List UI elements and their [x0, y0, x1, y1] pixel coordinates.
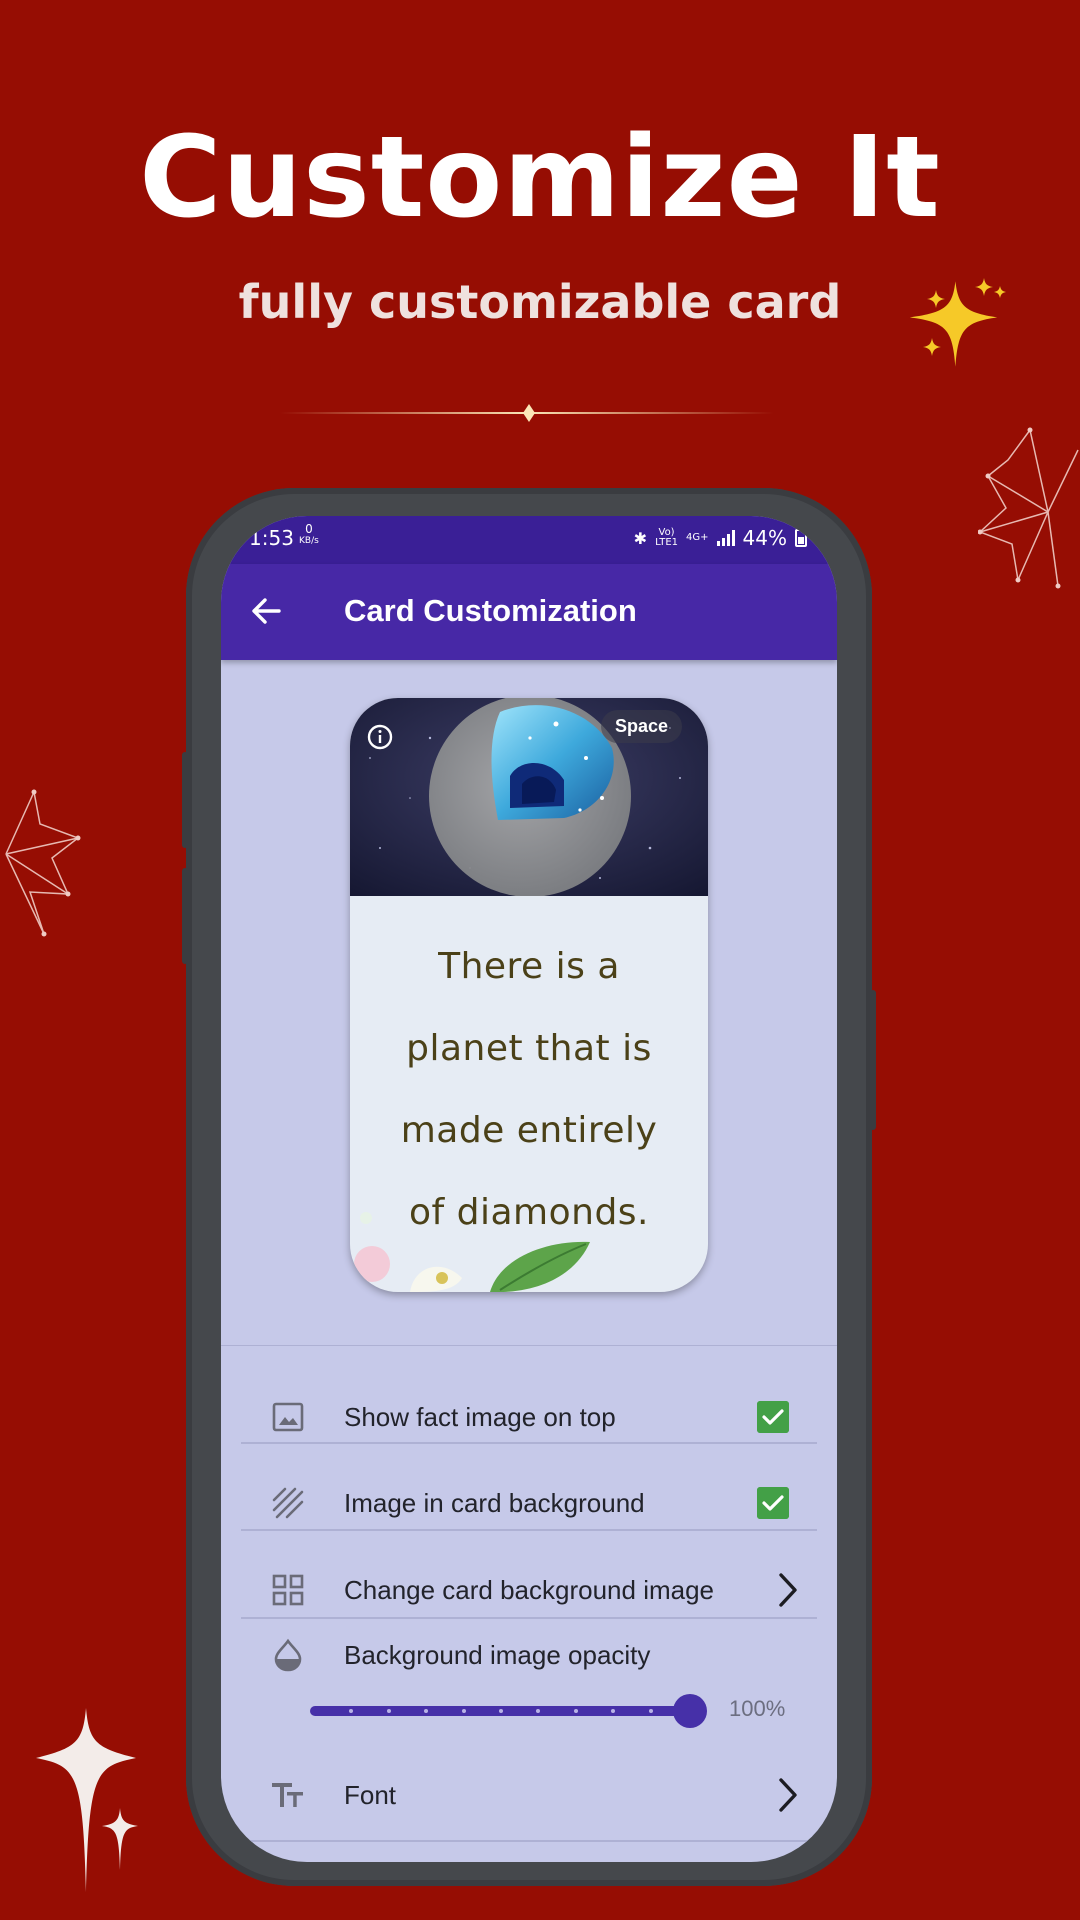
section-divider: [221, 1345, 837, 1346]
arrow-left-icon[interactable]: [249, 594, 283, 628]
bluetooth-icon: ✱: [633, 528, 648, 548]
font-setting[interactable]: Font: [241, 1754, 817, 1840]
image-in-background-label: Image in card background: [344, 1488, 645, 1518]
phone-side-button: [182, 752, 188, 848]
image-in-background-checkbox[interactable]: [757, 1487, 789, 1519]
phone-side-button: [182, 868, 188, 964]
battery-icon: [795, 529, 807, 547]
opacity-value: 100%: [729, 1696, 786, 1721]
network-4g-indicator: 4G+: [686, 532, 709, 543]
ornament-divider: [280, 404, 774, 422]
network-speed-unit: KB/s: [299, 536, 319, 546]
slider-tick: [611, 1709, 616, 1713]
category-badge: Space: [600, 710, 682, 743]
fact-line: There is a: [438, 946, 620, 987]
floral-decoration-icon: [354, 1212, 590, 1292]
slider-tick: [499, 1709, 503, 1713]
row-divider: [241, 1529, 817, 1531]
slider-tick: [573, 1709, 578, 1713]
show-fact-image-setting[interactable]: Show fact image on top: [241, 1374, 817, 1460]
network-speed-value: 0: [305, 522, 313, 536]
chevron-right-icon: [779, 1778, 797, 1812]
drop-icon: [274, 1638, 302, 1672]
show-fact-image-label: Show fact image on top: [344, 1402, 616, 1432]
change-background-setting[interactable]: Change card background image: [241, 1549, 817, 1635]
lte-label: LTE1: [655, 537, 679, 548]
app-bar: Card Customization: [221, 564, 837, 660]
image-icon: [272, 1402, 304, 1432]
text-size-icon: [272, 1783, 303, 1807]
status-bar: 1:53 0 KB/s ✱ Vo) LTE1 4G+ 44%: [221, 516, 837, 564]
info-circle-icon[interactable]: [365, 722, 395, 752]
change-background-label: Change card background image: [344, 1575, 715, 1605]
phone-power-button: [870, 990, 876, 1130]
status-time: 1:53: [249, 526, 294, 550]
gold-sparkle-icon: [909, 278, 1006, 367]
fact-card-preview[interactable]: Space There is a planet that is made ent…: [350, 698, 708, 1292]
row-divider: [241, 1442, 817, 1444]
opacity-slider-thumb[interactable]: [673, 1694, 707, 1728]
opacity-slider[interactable]: [310, 1706, 688, 1716]
show-fact-image-checkbox[interactable]: [757, 1401, 789, 1433]
slider-tick: [386, 1709, 391, 1713]
opacity-setting: Background image opacity: [241, 1626, 817, 1686]
promo-headline: Customize It: [139, 113, 941, 243]
opacity-label: Background image opacity: [344, 1640, 651, 1670]
white-sparkle-icon: [36, 1708, 138, 1892]
starburst-decoration-icon: [5, 789, 81, 937]
row-divider: [241, 1617, 817, 1619]
image-in-background-setting[interactable]: Image in card background: [241, 1462, 817, 1548]
fact-line: made entirely: [400, 1110, 658, 1151]
grid-icon: [272, 1574, 304, 1606]
page-title: Card Customization: [344, 593, 637, 628]
chevron-right-icon: [779, 1573, 797, 1607]
battery-percent: 44%: [742, 526, 787, 550]
status-icons: ✱ Vo) LTE1 4G+ 44%: [634, 526, 807, 550]
slider-tick: [536, 1709, 541, 1713]
slider-tick: [424, 1709, 429, 1713]
volte-indicator: Vo) LTE1: [655, 528, 678, 548]
font-label: Font: [344, 1780, 397, 1810]
slider-tick: [461, 1709, 466, 1713]
network-speed: 0 KB/s: [299, 522, 319, 546]
diagonal-lines-icon: [272, 1487, 304, 1519]
signal-icon: [716, 530, 735, 546]
fact-line: planet that is: [406, 1028, 652, 1069]
row-divider: [241, 1840, 817, 1842]
slider-tick: [349, 1709, 354, 1713]
starburst-decoration-icon: [978, 427, 1079, 589]
phone-screen: 1:53 0 KB/s ✱ Vo) LTE1 4G+ 44% Card Cust…: [221, 516, 837, 1862]
slider-tick: [648, 1709, 653, 1713]
